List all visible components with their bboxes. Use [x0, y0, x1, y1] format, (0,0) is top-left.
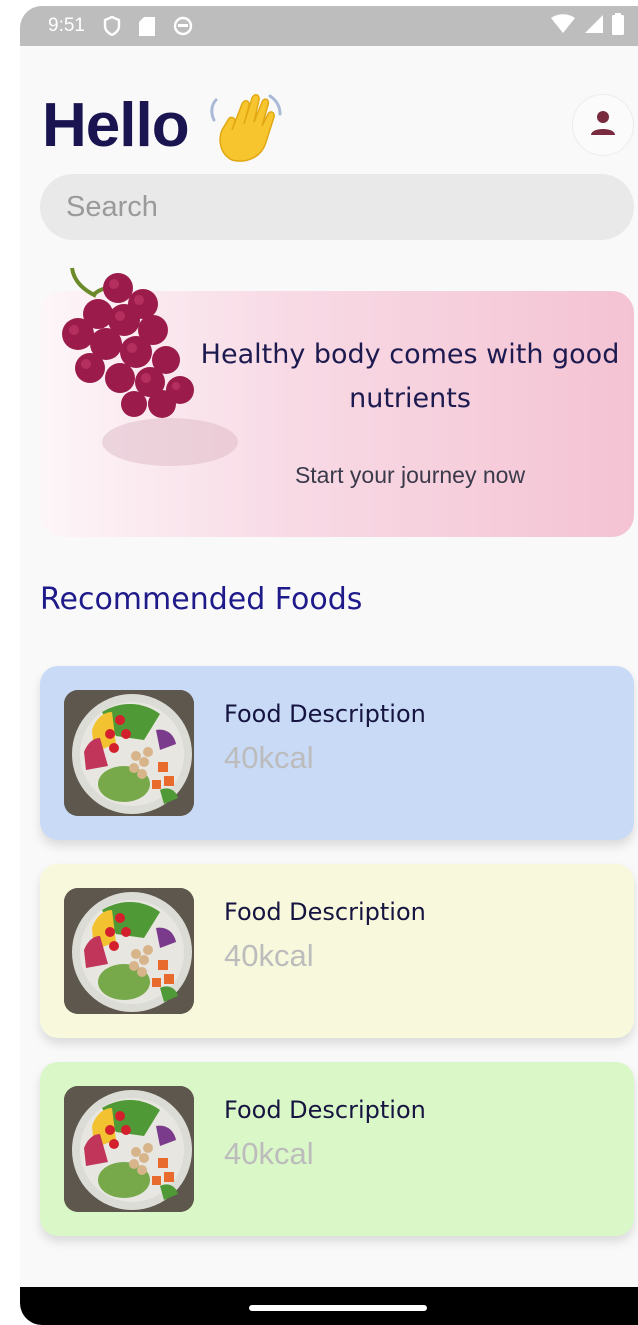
food-card[interactable]: Food Description 40kcal — [40, 864, 634, 1038]
system-nav-bar — [20, 1287, 638, 1325]
waving-hand-icon — [208, 90, 284, 166]
greeting-title: Hello — [42, 91, 190, 160]
food-calories: 40kcal — [224, 740, 314, 775]
food-name: Food Description — [224, 1096, 426, 1124]
search-placeholder: Search — [66, 190, 158, 223]
shield-icon — [103, 16, 121, 36]
food-name: Food Description — [224, 898, 426, 926]
face-icon — [173, 16, 193, 36]
battery-icon — [612, 13, 624, 39]
food-calories: 40kcal — [224, 938, 314, 973]
section-title: Recommended Foods — [40, 582, 363, 617]
banner-subtitle: Start your journey now — [294, 462, 526, 488]
search-input[interactable]: Search — [40, 174, 634, 240]
food-image — [64, 690, 194, 816]
sd-card-icon — [138, 16, 155, 36]
food-card[interactable]: Food Description 40kcal — [40, 1062, 634, 1236]
food-image — [64, 1086, 194, 1212]
food-calories: 40kcal — [224, 1136, 314, 1171]
status-time: 9:51 — [48, 15, 85, 36]
cell-signal-icon — [584, 14, 604, 38]
food-card[interactable]: Food Description 40kcal — [40, 666, 634, 840]
person-icon — [589, 109, 617, 141]
food-image — [64, 888, 194, 1014]
food-name: Food Description — [224, 700, 426, 728]
wifi-icon — [550, 14, 576, 38]
profile-button[interactable] — [572, 94, 634, 156]
app-screen: 9:51 Hello Search Healthy body comes wit… — [20, 6, 638, 1325]
banner-title: Healthy body comes with good nutrients — [200, 339, 620, 414]
status-bar: 9:51 — [20, 6, 638, 46]
home-indicator[interactable] — [249, 1305, 427, 1311]
